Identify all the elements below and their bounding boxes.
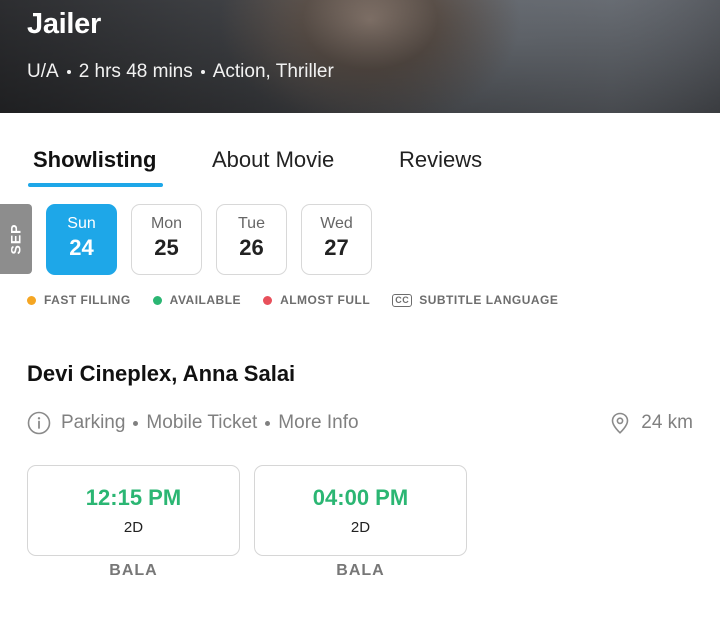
date-day: 24 [69,235,94,260]
date-card-sun-24[interactable]: Sun 24 [46,204,117,275]
theatre-name[interactable]: Devi Cineplex, Anna Salai [27,361,295,387]
amenity-separator [133,420,139,426]
date-weekday: Tue [238,215,265,232]
legend-label: SUBTITLE LANGUAGE [419,293,559,307]
month-text: SEP [7,223,24,255]
date-day: 25 [154,235,179,260]
screen-name: BALA [109,562,158,579]
amenity-parking: Parking [61,412,126,433]
date-card-tue-26[interactable]: Tue 26 [216,204,287,275]
legend-almost-full: ALMOST FULL [263,293,370,307]
movie-title: Jailer [27,8,101,40]
meta-separator [66,70,71,74]
date-weekday: Sun [67,215,96,232]
location-pin-icon [611,412,629,434]
month-label: SEP [0,204,32,274]
legend-label: FAST FILLING [44,293,131,307]
tab-reviews[interactable]: Reviews [399,147,482,173]
active-tab-indicator [28,183,163,187]
date-card-wed-27[interactable]: Wed 27 [301,204,372,275]
fast-filling-dot-icon [27,295,36,305]
movie-hero-banner: Jailer U/A 2 hrs 48 mins Action, Thrille… [0,0,720,113]
certification: U/A [27,61,59,82]
duration: 2 hrs 48 mins [78,61,193,82]
showtime-button[interactable]: 12:15 PM 2D [27,465,240,556]
more-info-link[interactable]: More Info [278,412,358,434]
genres: Action, Thriller [212,61,334,82]
date-day: 27 [324,235,349,260]
tab-about-movie[interactable]: About Movie [212,147,334,173]
tab-showlisting[interactable]: Showlisting [33,147,156,173]
legend-label: AVAILABLE [169,293,242,307]
date-weekday: Mon [150,215,183,232]
theatre-amenities: Parking Mobile Ticket More Info [27,411,359,435]
showtime-format: 2D [123,519,144,536]
available-dot-icon [152,295,162,305]
meta-separator [200,70,205,74]
showtime-time: 12:15 PM [85,485,182,510]
hero-shade [0,0,720,113]
legend-label: ALMOST FULL [280,293,371,307]
legend-fast-filling: FAST FILLING [27,293,131,307]
cc-icon: CC [392,293,413,307]
screen-name: BALA [336,562,385,579]
date-weekday: Wed [320,215,353,232]
showtime-button[interactable]: 04:00 PM 2D [254,465,467,556]
showtime-time: 04:00 PM [312,485,409,510]
movie-tabs: Showlisting About Movie Reviews [0,113,720,189]
distance-value: 24 km [641,412,693,433]
legend-subtitle-language: CC SUBTITLE LANGUAGE [392,293,558,307]
theatre-distance: 24 km [609,411,693,435]
amenity-mobile-ticket: Mobile Ticket [146,412,258,433]
date-day: 26 [239,235,264,260]
almost-full-dot-icon [263,295,273,305]
showtime-format: 2D [350,519,371,536]
movie-meta: U/A 2 hrs 48 mins Action, Thriller [27,61,334,83]
availability-legend: FAST FILLING AVAILABLE ALMOST FULL CC SU… [27,293,580,307]
amenity-separator [265,420,271,426]
legend-available: AVAILABLE [152,293,242,307]
date-card-mon-25[interactable]: Mon 25 [131,204,202,275]
info-icon[interactable] [27,411,51,435]
